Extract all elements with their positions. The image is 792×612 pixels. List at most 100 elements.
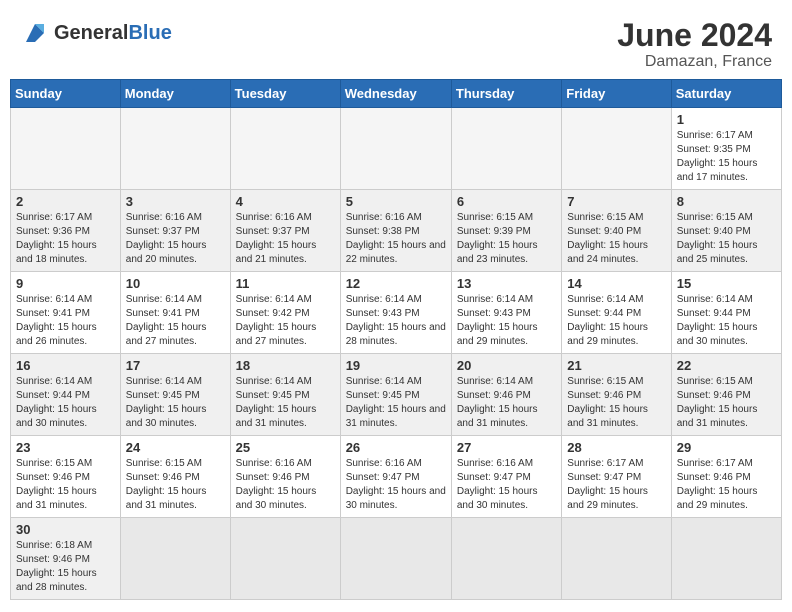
day-info: Sunrise: 6:16 AMSunset: 9:38 PMDaylight:… (346, 211, 446, 267)
calendar-cell (230, 518, 340, 600)
calendar-table: Sunday Monday Tuesday Wednesday Thursday… (10, 79, 782, 600)
calendar-cell: 20Sunrise: 6:14 AMSunset: 9:46 PMDayligh… (451, 354, 561, 436)
day-info: Sunrise: 6:17 AMSunset: 9:36 PMDaylight:… (16, 211, 115, 267)
calendar-cell (562, 108, 671, 190)
logo-text: GeneralBlue (54, 23, 172, 43)
calendar-week-0: 1 Sunrise: 6:17 AMSunset: 9:35 PMDaylight… (11, 108, 782, 190)
calendar-cell: 3 Sunrise: 6:16 AMSunset: 9:37 PMDaylight… (120, 190, 230, 272)
day-number: 3 (126, 194, 225, 209)
day-info: Sunrise: 6:16 AMSunset: 9:47 PMDaylight:… (346, 457, 446, 513)
calendar-week-5: 30 Sunrise: 6:18 AMSunset: 9:46 PMDayligh… (11, 518, 782, 600)
col-saturday: Saturday (671, 80, 781, 108)
day-info: Sunrise: 6:14 AMSunset: 9:45 PMDaylight:… (346, 375, 446, 431)
day-info: Sunrise: 6:16 AMSunset: 9:37 PMDaylight:… (236, 211, 335, 267)
col-sunday: Sunday (11, 80, 121, 108)
calendar-cell: 26 Sunrise: 6:16 AMSunset: 9:47 PMDayligh… (340, 436, 451, 518)
calendar-cell: 10 Sunrise: 6:14 AMSunset: 9:41 PMDayligh… (120, 272, 230, 354)
day-number: 6 (457, 194, 556, 209)
col-wednesday: Wednesday (340, 80, 451, 108)
calendar-cell: 21 Sunrise: 6:15 AMSunset: 9:46 PMDayligh… (562, 354, 671, 436)
calendar-cell: 13 Sunrise: 6:14 AMSunset: 9:43 PMDayligh… (451, 272, 561, 354)
day-number: 8 (677, 194, 776, 209)
day-info: Sunrise: 6:14 AMSunset: 9:45 PMDaylight:… (126, 375, 225, 431)
day-info: Sunrise: 6:14 AMSunset: 9:44 PMDaylight:… (677, 293, 776, 349)
calendar-week-3: 16Sunrise: 6:14 AMSunset: 9:44 PMDayligh… (11, 354, 782, 436)
calendar-cell (120, 108, 230, 190)
day-info: Sunrise: 6:14 AMSunset: 9:44 PMDaylight:… (567, 293, 665, 349)
day-number: 15 (677, 276, 776, 291)
day-number: 13 (457, 276, 556, 291)
calendar-cell (451, 108, 561, 190)
calendar-cell (451, 518, 561, 600)
calendar-cell: 30 Sunrise: 6:18 AMSunset: 9:46 PMDayligh… (11, 518, 121, 600)
calendar-cell: 2 Sunrise: 6:17 AMSunset: 9:36 PMDaylight… (11, 190, 121, 272)
day-number: 30 (16, 522, 115, 537)
day-info: Sunrise: 6:18 AMSunset: 9:46 PMDaylight:… (16, 539, 115, 595)
day-number: 23 (16, 440, 115, 455)
calendar-week-1: 2 Sunrise: 6:17 AMSunset: 9:36 PMDaylight… (11, 190, 782, 272)
calendar-cell: 9Sunrise: 6:14 AMSunset: 9:41 PMDaylight… (11, 272, 121, 354)
calendar-cell: 1 Sunrise: 6:17 AMSunset: 9:35 PMDaylight… (671, 108, 781, 190)
calendar-cell: 12Sunrise: 6:14 AMSunset: 9:43 PMDayligh… (340, 272, 451, 354)
day-info: Sunrise: 6:15 AMSunset: 9:46 PMDaylight:… (567, 375, 665, 431)
day-info: Sunrise: 6:17 AMSunset: 9:46 PMDaylight:… (677, 457, 776, 513)
calendar-cell (120, 518, 230, 600)
day-number: 22 (677, 358, 776, 373)
day-number: 11 (236, 276, 335, 291)
col-tuesday: Tuesday (230, 80, 340, 108)
day-number: 24 (126, 440, 225, 455)
day-number: 14 (567, 276, 665, 291)
col-friday: Friday (562, 80, 671, 108)
page-header: GeneralBlue June 2024 Damazan, France (10, 10, 782, 79)
calendar-cell (562, 518, 671, 600)
calendar-cell (230, 108, 340, 190)
calendar-cell: 5 Sunrise: 6:16 AMSunset: 9:38 PMDaylight… (340, 190, 451, 272)
calendar-cell: 29 Sunrise: 6:17 AMSunset: 9:46 PMDayligh… (671, 436, 781, 518)
header-row: Sunday Monday Tuesday Wednesday Thursday… (11, 80, 782, 108)
calendar-location: Damazan, France (617, 53, 772, 71)
day-info: Sunrise: 6:15 AMSunset: 9:39 PMDaylight:… (457, 211, 556, 267)
calendar-cell (671, 518, 781, 600)
day-info: Sunrise: 6:14 AMSunset: 9:45 PMDaylight:… (236, 375, 335, 431)
day-number: 16 (16, 358, 115, 373)
calendar-cell: 18Sunrise: 6:14 AMSunset: 9:45 PMDayligh… (230, 354, 340, 436)
col-thursday: Thursday (451, 80, 561, 108)
day-number: 19 (346, 358, 446, 373)
day-number: 7 (567, 194, 665, 209)
title-block: June 2024 Damazan, France (617, 18, 772, 71)
calendar-cell: 27Sunrise: 6:16 AMSunset: 9:47 PMDayligh… (451, 436, 561, 518)
day-info: Sunrise: 6:16 AMSunset: 9:46 PMDaylight:… (236, 457, 335, 513)
day-number: 29 (677, 440, 776, 455)
calendar-cell: 24Sunrise: 6:15 AMSunset: 9:46 PMDayligh… (120, 436, 230, 518)
day-number: 1 (677, 112, 776, 127)
calendar-cell: 16Sunrise: 6:14 AMSunset: 9:44 PMDayligh… (11, 354, 121, 436)
day-info: Sunrise: 6:15 AMSunset: 9:46 PMDaylight:… (16, 457, 115, 513)
day-number: 10 (126, 276, 225, 291)
day-number: 2 (16, 194, 115, 209)
calendar-cell: 7 Sunrise: 6:15 AMSunset: 9:40 PMDaylight… (562, 190, 671, 272)
day-number: 5 (346, 194, 446, 209)
day-info: Sunrise: 6:15 AMSunset: 9:46 PMDaylight:… (677, 375, 776, 431)
logo: GeneralBlue (20, 18, 172, 48)
day-info: Sunrise: 6:15 AMSunset: 9:40 PMDaylight:… (567, 211, 665, 267)
day-info: Sunrise: 6:14 AMSunset: 9:43 PMDaylight:… (457, 293, 556, 349)
day-info: Sunrise: 6:16 AMSunset: 9:37 PMDaylight:… (126, 211, 225, 267)
col-monday: Monday (120, 80, 230, 108)
calendar-cell: 11Sunrise: 6:14 AMSunset: 9:42 PMDayligh… (230, 272, 340, 354)
day-info: Sunrise: 6:17 AMSunset: 9:35 PMDaylight:… (677, 129, 776, 185)
day-number: 9 (16, 276, 115, 291)
day-info: Sunrise: 6:14 AMSunset: 9:41 PMDaylight:… (126, 293, 225, 349)
calendar-cell (340, 518, 451, 600)
calendar-cell: 14 Sunrise: 6:14 AMSunset: 9:44 PMDayligh… (562, 272, 671, 354)
calendar-cell: 6 Sunrise: 6:15 AMSunset: 9:39 PMDaylight… (451, 190, 561, 272)
day-number: 21 (567, 358, 665, 373)
calendar-week-4: 23 Sunrise: 6:15 AMSunset: 9:46 PMDayligh… (11, 436, 782, 518)
calendar-cell (340, 108, 451, 190)
calendar-cell: 25 Sunrise: 6:16 AMSunset: 9:46 PMDayligh… (230, 436, 340, 518)
day-info: Sunrise: 6:17 AMSunset: 9:47 PMDaylight:… (567, 457, 665, 513)
day-info: Sunrise: 6:14 AMSunset: 9:43 PMDaylight:… (346, 293, 446, 349)
day-number: 26 (346, 440, 446, 455)
day-number: 25 (236, 440, 335, 455)
day-number: 28 (567, 440, 665, 455)
calendar-cell: 4Sunrise: 6:16 AMSunset: 9:37 PMDaylight… (230, 190, 340, 272)
